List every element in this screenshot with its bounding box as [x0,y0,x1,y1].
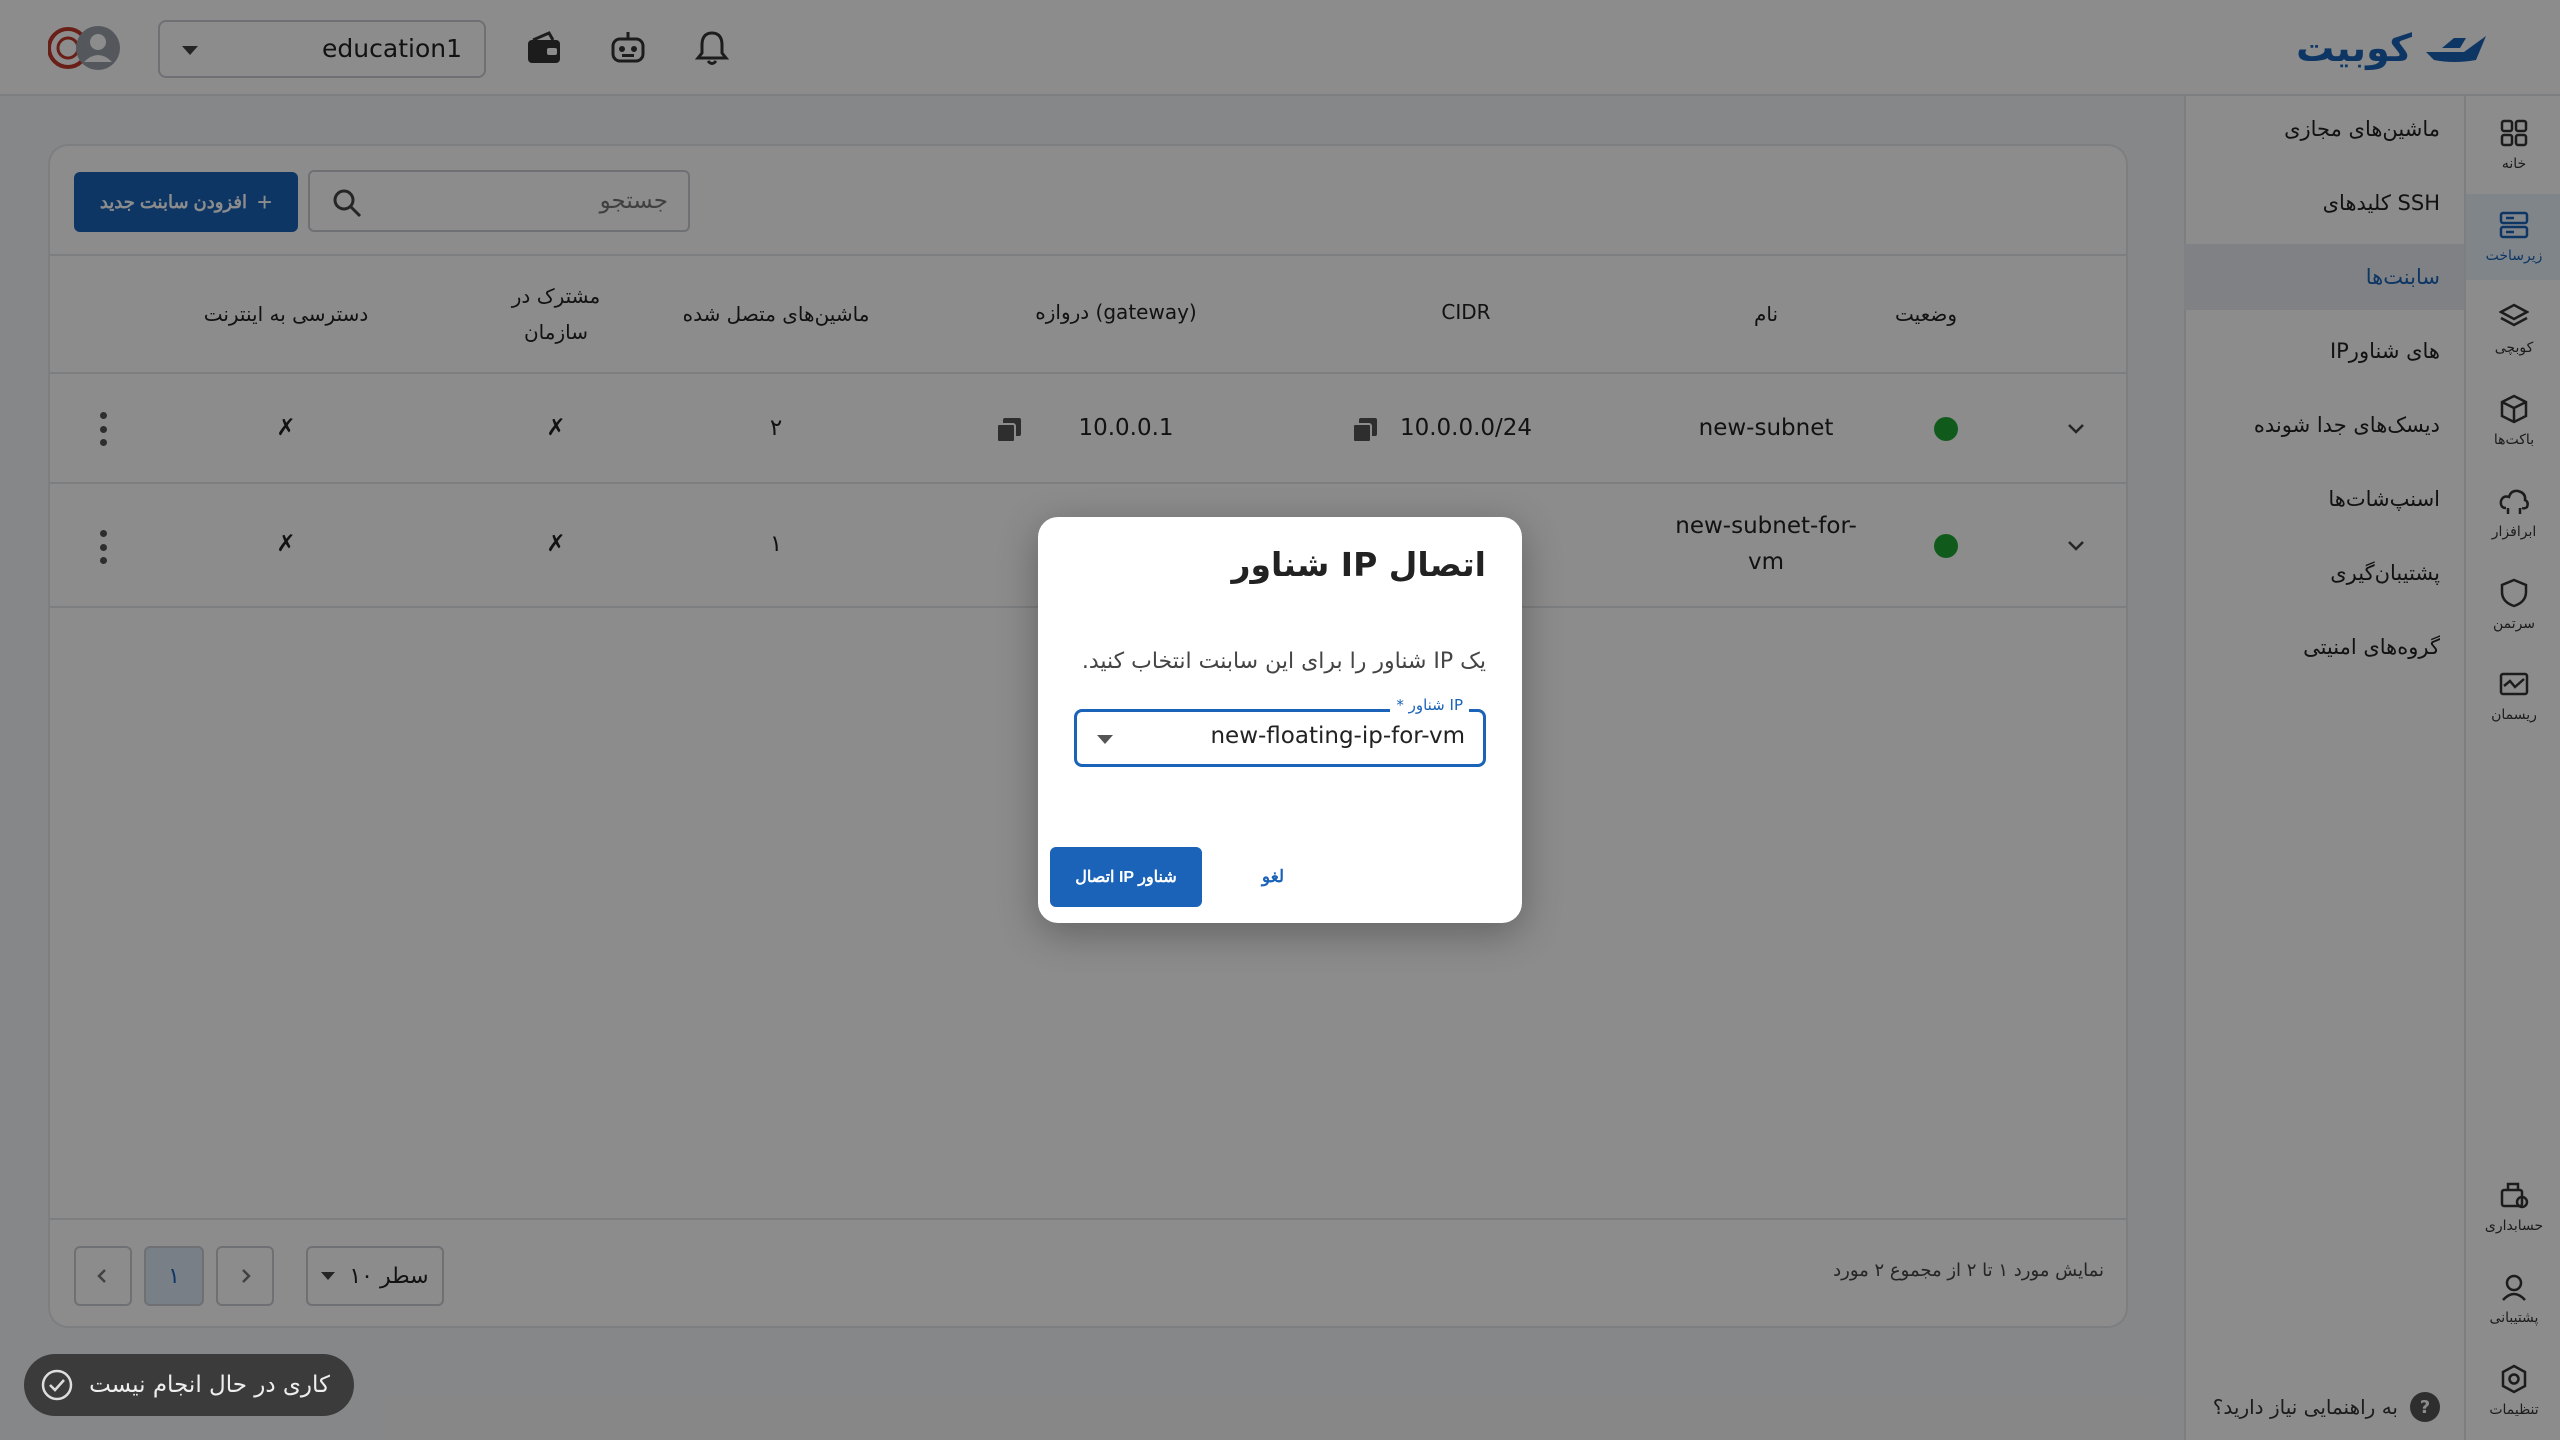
attach-floating-ip-dialog: اتصال IP شناور یک IP شناور را برای این س… [1038,517,1522,923]
floating-ip-label: IP شناور * [1390,696,1469,714]
floating-ip-value: new-floating-ip-for-vm [1210,723,1465,749]
dialog-description: یک IP شناور را برای این سابنت انتخاب کنی… [1081,649,1486,674]
attach-button[interactable]: اتصال IP شناور [1050,847,1202,907]
dialog-title: اتصال IP شناور [1231,545,1486,584]
check-circle-icon [41,1369,73,1401]
chevron-down-icon [1097,735,1113,744]
task-status-toast[interactable]: کاری در حال انجام نیست [24,1354,354,1416]
toast-text: کاری در حال انجام نیست [89,1372,330,1398]
floating-ip-select[interactable]: IP شناور * new-floating-ip-for-vm [1074,696,1486,767]
cancel-button[interactable]: لغو [1238,847,1308,907]
